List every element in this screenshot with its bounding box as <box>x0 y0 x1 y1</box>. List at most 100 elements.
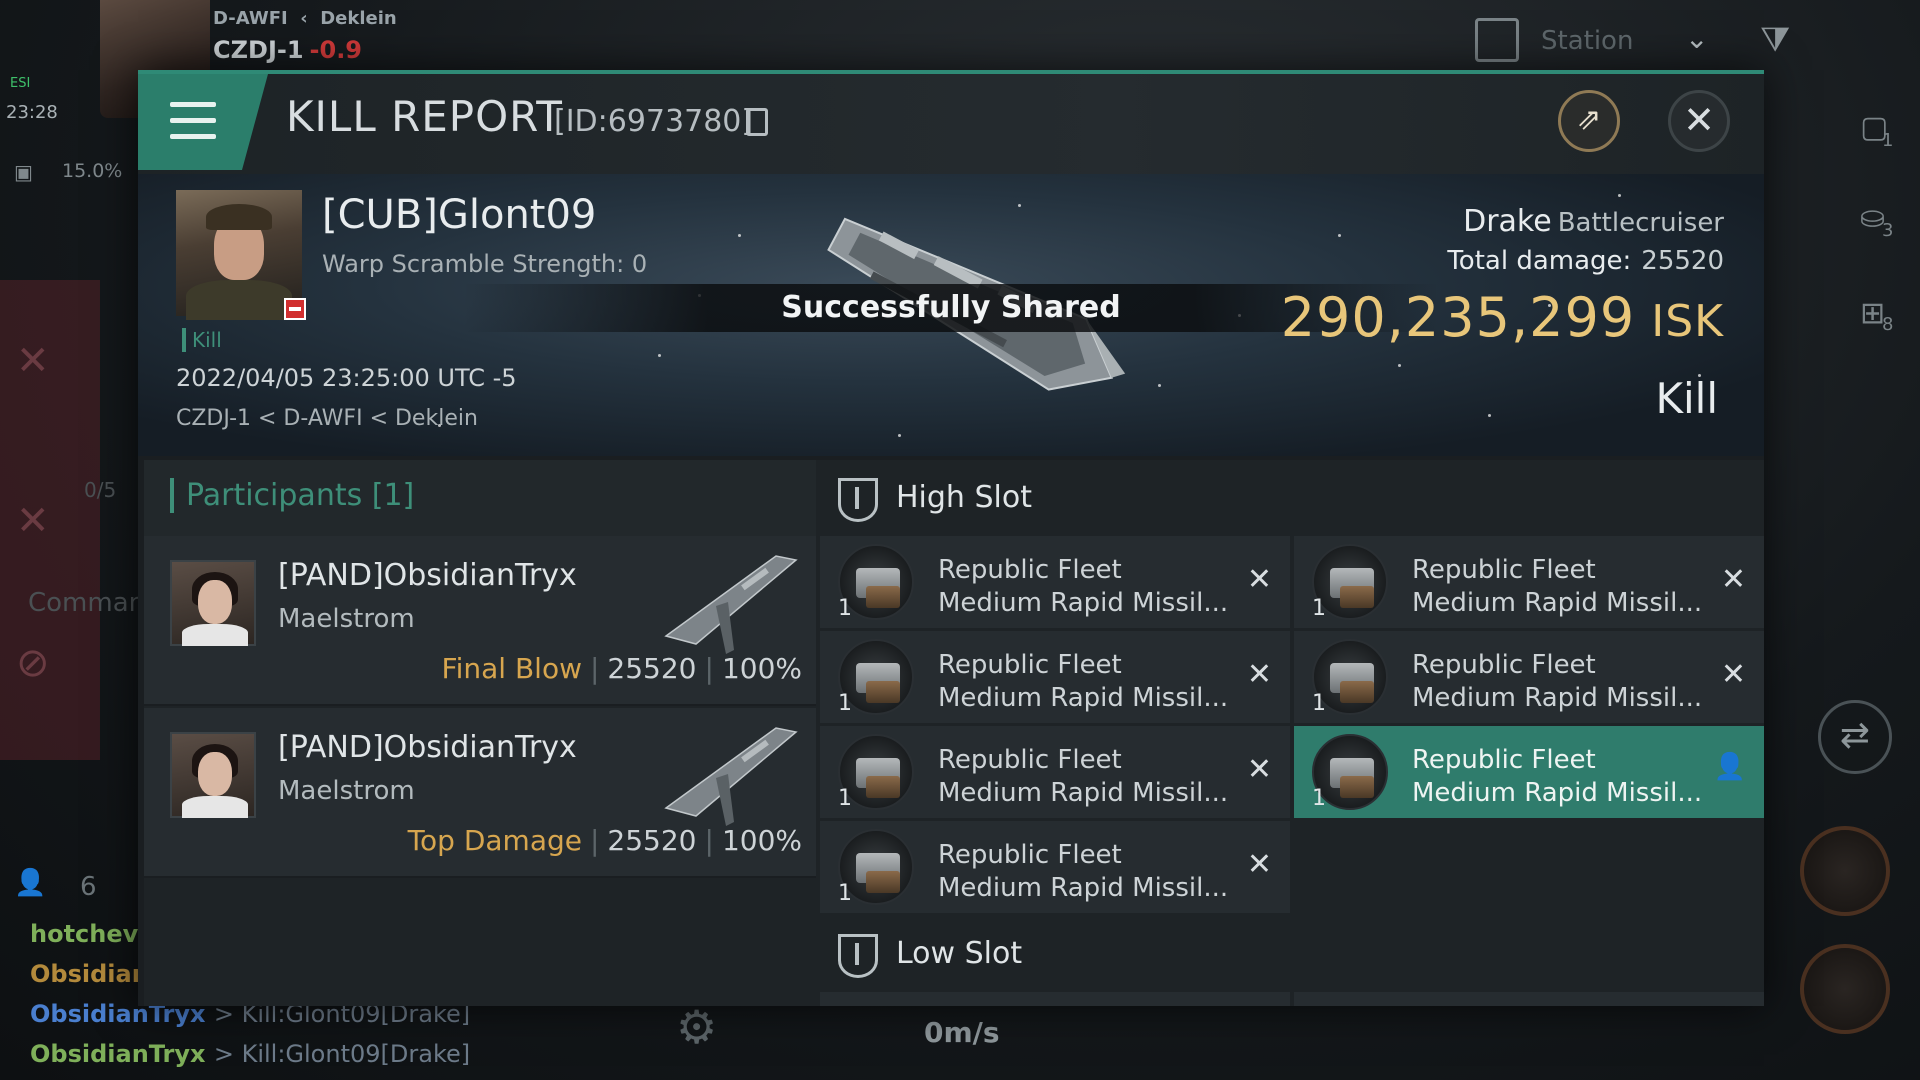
destroyed-x-icon: ✕ <box>1720 562 1746 597</box>
module-name: Republic Fleet Medium Rapid Missil... <box>938 650 1229 713</box>
low-slot-icon <box>838 934 878 978</box>
station-dropdown[interactable]: Station ⌄ <box>1475 18 1715 66</box>
participant-avatar[interactable] <box>170 732 256 818</box>
chat-user[interactable]: Obsidian <box>30 960 149 988</box>
chevron-down-icon: ⌄ <box>1685 22 1709 55</box>
module-item[interactable]: 1 Republic Fleet Medium Rapid Missil... ✕ <box>820 536 1290 628</box>
system-path-region: Deklein <box>320 8 397 29</box>
cargo-percent: 15.0% <box>62 160 123 182</box>
high-slot-icon <box>838 478 878 522</box>
participant-stats: Final Blow | 25520 | 100% <box>441 652 802 685</box>
victim-name[interactable]: [CUB]Glont09 <box>322 192 596 238</box>
target-icon[interactable]: ⊘ <box>16 640 50 686</box>
ship-class: Battlecruiser <box>1557 208 1724 238</box>
system-path[interactable]: D-AWFI ‹ Deklein <box>213 8 397 29</box>
system-path-constellation: D-AWFI <box>213 8 288 29</box>
module-quantity: 1 <box>838 786 852 811</box>
star <box>1398 364 1401 367</box>
participant-ship: Maelstrom <box>278 776 415 806</box>
chevron-left-icon: ‹ <box>294 8 314 29</box>
module-name: Republic Fleet Medium Rapid Missil... <box>1412 555 1703 618</box>
module-quantity: 1 <box>838 691 852 716</box>
right-count-3: 8 <box>1882 314 1894 335</box>
chat-user[interactable]: hotchevy <box>30 920 154 948</box>
participant-damage: 25520 <box>607 652 697 685</box>
chat-message[interactable]: hotchevy <box>30 920 154 948</box>
share-button[interactable]: ⇗ <box>1558 90 1620 152</box>
station-checkbox[interactable] <box>1475 18 1519 62</box>
participant-name: [PAND]ObsidianTryx <box>278 558 577 593</box>
system-name: CZDJ-1 <box>213 36 304 64</box>
module-quantity: 1 <box>1312 596 1326 621</box>
module-item[interactable]: 1 Republic Fleet Medium Rapid Missil... ✕ <box>1294 631 1764 723</box>
module-item[interactable]: 1 Republic Fleet Medium Rapid Missil... ✕ <box>1294 536 1764 628</box>
participant-damage: 25520 <box>607 824 697 857</box>
chat-message[interactable]: Obsidian <box>30 960 149 988</box>
crossed-swords-icon[interactable]: ✕ <box>16 498 50 544</box>
destroyed-x-icon: ✕ <box>1246 847 1272 882</box>
users-icon[interactable]: 👤 <box>14 868 46 898</box>
module-button[interactable] <box>1800 826 1890 916</box>
clock-time: 23:28 <box>6 102 58 123</box>
module-name: Republic Fleet Medium Rapid Missil... <box>938 745 1229 808</box>
dropped-person-icon: 👤 <box>1713 752 1746 782</box>
modal-title: KILL REPORT <box>286 92 563 141</box>
high-slot-header: High Slot <box>816 460 1764 536</box>
module-quantity: 1 <box>1312 691 1326 716</box>
right-count-1: 1 <box>1882 130 1894 151</box>
low-slot-title: Low Slot <box>896 936 1023 971</box>
copy-icon[interactable] <box>746 108 768 136</box>
chat-user[interactable]: ObsidianTryx <box>30 1040 205 1068</box>
module-item[interactable]: 1 Republic Fleet Medium Rapid Missil... ✕ <box>820 821 1290 913</box>
star <box>898 434 901 437</box>
cargo-icon: ▣ <box>14 160 33 184</box>
left-module-strip: ✕ ✕ ⊘ <box>0 280 100 760</box>
station-label: Station <box>1541 26 1634 56</box>
star <box>1488 414 1491 417</box>
speed-readout: 0m/s <box>924 1016 1000 1049</box>
module-item[interactable]: 1 Republic Fleet Medium Rapid Missil... ✕ <box>820 631 1290 723</box>
crossed-swords-icon[interactable]: ✕ <box>16 338 50 384</box>
module-button[interactable] <box>1800 944 1890 1034</box>
gear-icon[interactable]: ⚙ <box>676 1000 717 1054</box>
module-item[interactable]: 1 Republic Fleet Medium Rapid Missil... ✕ <box>820 726 1290 818</box>
maelstrom-ship-image <box>664 727 798 826</box>
chat-message[interactable]: ObsidianTryx > Kill:Glont09[Drake] <box>30 1040 470 1068</box>
ship-name[interactable]: Drake Battlecruiser <box>1463 204 1724 239</box>
filter-icon[interactable]: ⧩ <box>1760 20 1790 60</box>
chat-link[interactable]: > Kill:Glont09[Drake] <box>214 1040 470 1068</box>
right-count-2: 3 <box>1882 220 1894 241</box>
total-damage: Total damage: 25520 <box>1447 246 1724 276</box>
swap-icon[interactable]: ⇄ <box>1818 700 1892 774</box>
star <box>1158 384 1161 387</box>
participant-avatar[interactable] <box>170 560 256 646</box>
star <box>658 354 661 357</box>
total-damage-label: Total damage: <box>1447 246 1632 276</box>
module-item[interactable] <box>1294 992 1764 1006</box>
close-button[interactable]: ✕ <box>1668 90 1730 152</box>
module-item[interactable] <box>820 992 1290 1006</box>
signal-icon: ESI <box>10 76 31 91</box>
chat-user-count: 6 <box>80 872 97 902</box>
victim-banner: [CUB]Glont09 Warp Scramble Strength: 0 K… <box>138 174 1764 456</box>
external-link-icon: ⇗ <box>1576 102 1602 137</box>
current-system[interactable]: CZDJ-1 -0.9 <box>213 36 362 64</box>
module-item-dropped[interactable]: 1 Republic Fleet Medium Rapid Missil... 👤 <box>1294 726 1764 818</box>
kill-date: 2022/04/05 23:25:00 UTC -5 <box>176 364 517 392</box>
isk-unit: ISK <box>1651 296 1724 347</box>
destroyed-x-icon: ✕ <box>1246 657 1272 692</box>
participant-row[interactable]: [PAND]ObsidianTryx Maelstrom Final Blow |… <box>144 536 816 706</box>
participant-stats: Top Damage | 25520 | 100% <box>407 824 802 857</box>
module-name: Republic Fleet Medium Rapid Missil... <box>1412 650 1703 713</box>
ship-type: Drake <box>1463 204 1552 239</box>
maelstrom-ship-image <box>664 555 798 654</box>
participants-title: Participants [1] <box>170 478 414 513</box>
participant-percent: 100% <box>721 824 802 857</box>
destroyed-x-icon: ✕ <box>1246 752 1272 787</box>
report-id: [ID:6973780] <box>554 104 754 139</box>
participant-row[interactable]: [PAND]ObsidianTryx Maelstrom Top Damage |… <box>144 708 816 878</box>
star <box>1338 234 1341 237</box>
participant-name: [PAND]ObsidianTryx <box>278 730 577 765</box>
slots-counter: 0/5 <box>84 478 117 502</box>
menu-button[interactable] <box>138 74 268 170</box>
